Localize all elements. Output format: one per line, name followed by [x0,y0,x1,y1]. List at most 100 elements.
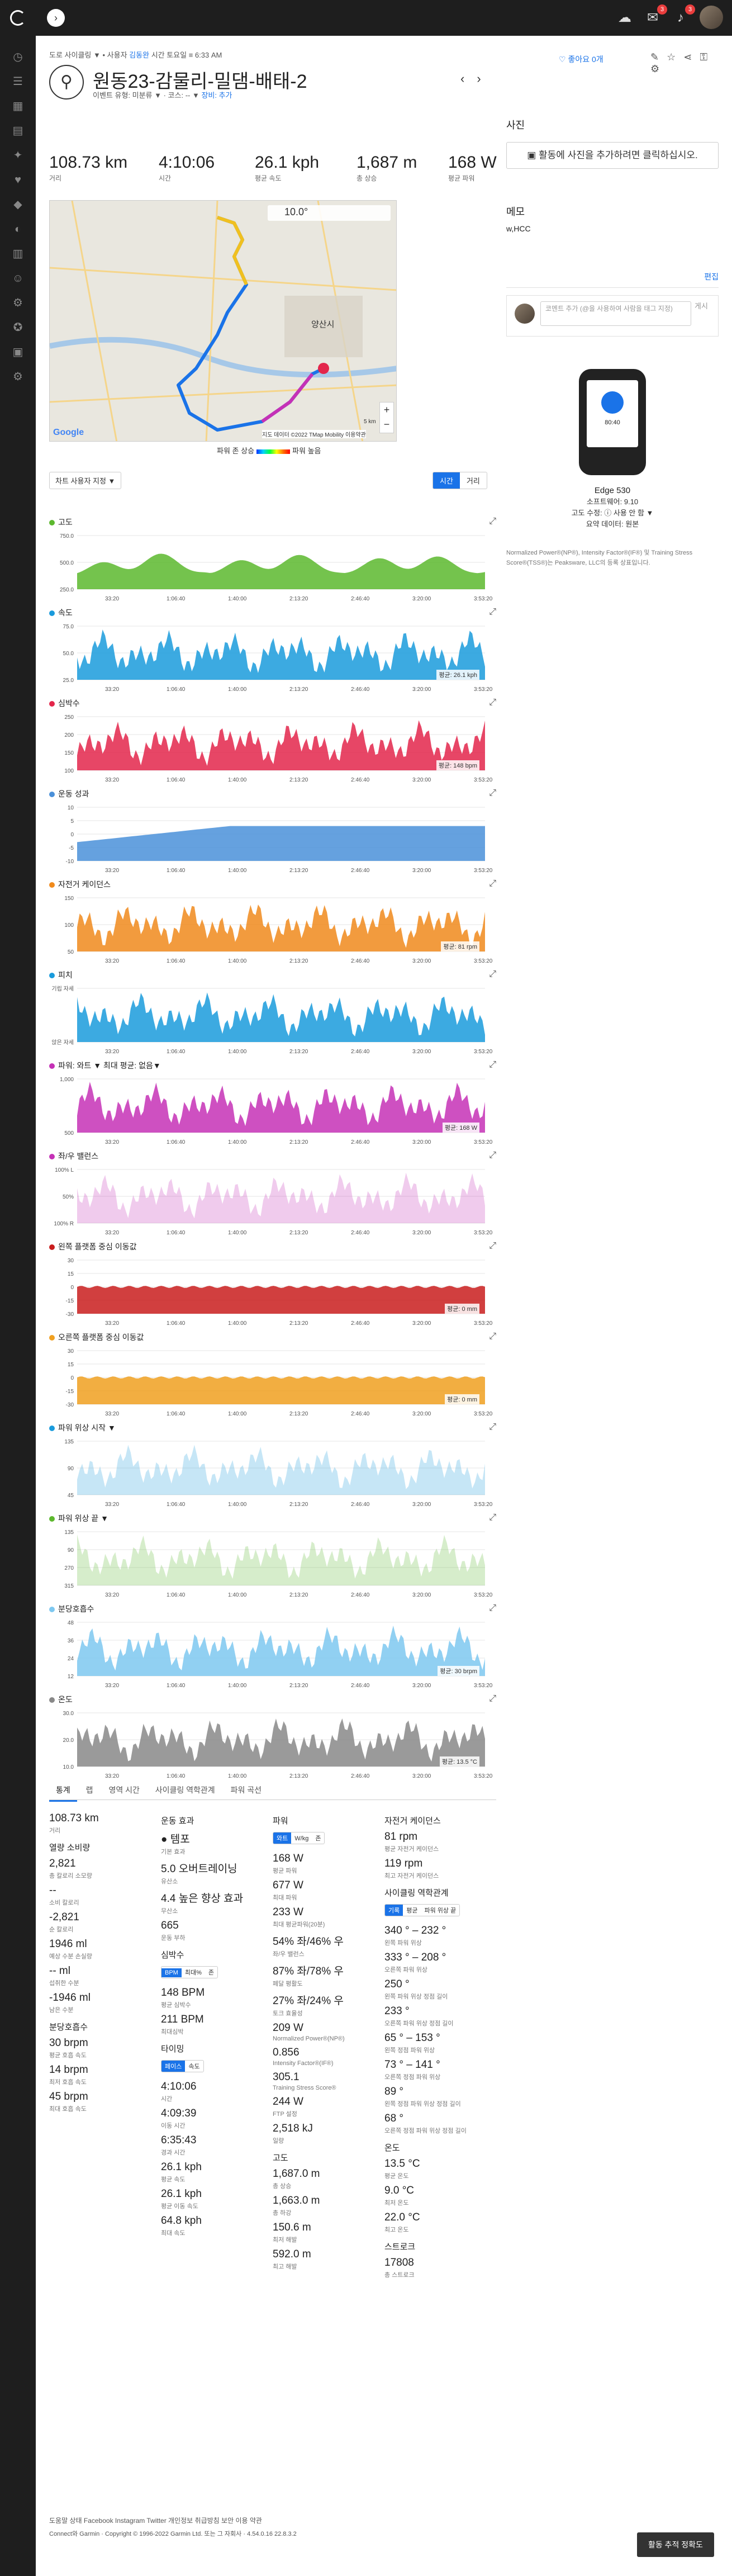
unit-toggle[interactable]: 페이스 속도 [161,2060,204,2072]
chart-5[interactable]: 피치 ⤢ 기립 자세 앉은 자세 33:20 1:06:40 1:40:00 2:13:20 2… [49,969,496,1059]
device-icon: 80:40 [579,369,646,475]
x-tick-label: 1:40:00 [228,1139,247,1145]
add-photo-button[interactable]: ▣ 활동에 사진을 추가하려면 클릭하십시오. [506,142,719,169]
power-trademark-note: Normalized Power®(NP®), Intensity Factor… [506,550,693,566]
zoom-control[interactable]: + − [379,402,394,433]
like-button[interactable]: ♡ 좋아요 0개 [559,54,603,65]
unit-toggle[interactable]: BPM 최대% 존 [161,1966,218,1978]
gear-icon[interactable]: ⚙ [650,63,667,74]
calendar-icon[interactable]: ▦ [8,96,28,116]
user-avatar[interactable] [700,6,723,29]
expand-chart-icon[interactable]: ⤢ [489,517,496,527]
chart-9[interactable]: 오른쪽 플랫폼 중심 이동값 ⤢ 30 15 0 -15 -30 33:20 1:06:40 1:… [49,1332,496,1421]
chart-4[interactable]: 자전거 케이던스 ⤢ 150 100 50 33:20 1:06:40 1:40:00 2:13… [49,879,496,968]
devices-icon[interactable]: ▣ [8,342,28,362]
elevation-correction[interactable]: 고도 수정: ⓘ 사용 안 함 ▼ [506,508,719,519]
chart-plot: 48 36 24 12 33:20 1:06:40 1:40:00 2:13:20 2:46:4… [68,1620,493,1689]
user-link[interactable]: 김동완 [129,51,149,59]
activity-type-label[interactable]: 도로 사이클링 [49,51,91,59]
chart-3[interactable]: 운동 성과 ⤢ 10 5 0 -5 -10 33:20 1:06:40 1:40:00 2:13:2… [49,788,496,878]
dashboard-icon[interactable]: ◷ [8,47,28,67]
expand-chart-icon[interactable]: ⤢ [489,1694,496,1704]
challenges-icon[interactable]: ✪ [8,318,28,338]
expand-chart-icon[interactable]: ⤢ [489,788,496,798]
expand-chart-icon[interactable]: ⤢ [489,1513,496,1523]
garmin-logo-icon[interactable] [10,10,26,26]
unit-toggle[interactable]: 와트 W/kg 존 [273,1832,325,1844]
series-area [77,1718,485,1767]
cloud-sync-icon[interactable]: ☁ [615,8,635,28]
settings-icon[interactable]: ⚙ [8,367,28,387]
toggle-distance[interactable]: 거리 [460,472,487,489]
expand-chart-icon[interactable]: ⤢ [489,1060,496,1070]
stat-value: 119 rpm [384,1858,423,1869]
chart-2[interactable]: 심박수 ⤢ 250 200 150 100 33:20 1:06:40 1:40:00 2:13:… [49,698,496,787]
expand-chart-icon[interactable]: ⤢ [489,607,496,617]
chart-8[interactable]: 왼쪽 플랫폼 중심 이동값 ⤢ 30 15 0 -15 -30 33:20 1:06:40 1:4… [49,1241,496,1330]
chart-13[interactable]: 온도 ⤢ 30.0 20.0 10.0 33:20 1:06:40 1:40:00 2:13:2… [49,1694,496,1783]
chart-10[interactable]: 파워 위상 시작 ▼ ⤢ 135 90 45 33:20 1:06:40 1:40:00 2:1… [49,1422,496,1512]
x-tick-label: 2:13:20 [289,958,308,964]
summary-stats: 108.73 km 거리 4:10:06 시간 26.1 kph 평균 속도 1,68… [49,153,502,187]
stat-label: 최대 평균파워(20분) [273,1921,325,1928]
expand-chart-icon[interactable]: ⤢ [489,1603,496,1613]
expand-chart-icon[interactable]: ⤢ [489,698,496,708]
lock-icon[interactable]: ⚿ [700,51,715,63]
footer-links[interactable]: 도움말 상태 Facebook Instagram Twitter 개인정보 취… [49,2516,262,2525]
health-icon[interactable]: ♥ [8,170,28,190]
edit-icon[interactable]: ✎ [650,51,667,63]
connections-icon[interactable]: ☺ [8,268,28,288]
comment-input[interactable]: 코멘트 추가 (@을 사용하여 사람을 태그 지정) [540,301,691,326]
tab-zones[interactable]: 영역 시간 [102,1780,146,1800]
expand-chart-icon[interactable]: ⤢ [489,969,496,979]
gear-link[interactable]: 장비: 추가 [201,91,232,100]
expand-chart-icon[interactable]: ⤢ [489,1422,496,1432]
toggle-time[interactable]: 시간 [433,472,460,489]
tab-power-curve[interactable]: 파워 곡선 [224,1780,268,1800]
tab-dynamics[interactable]: 사이클링 역학관계 [149,1780,222,1800]
chart-7[interactable]: 좌/우 밸런스 ⤢ 100% L 50% 100% R 33:20 1:06:40 1:40:… [49,1150,496,1240]
star-icon[interactable]: ☆ [667,51,683,63]
chart-1[interactable]: 속도 ⤢ 75.0 50.0 25.0 33:20 1:06:40 1:40:00 2:13:2… [49,607,496,697]
tab-stats[interactable]: 통계 [49,1780,77,1802]
stat-label: 섭취한 수분 [49,1980,79,1987]
expand-chart-icon[interactable]: ⤢ [489,1332,496,1342]
share-icon[interactable]: ⋖ [683,51,700,63]
chart-0[interactable]: 고도 ⤢ 750.0 500.0 250.0 33:20 1:06:40 1:40:00 2:1… [49,517,496,606]
expand-chart-icon[interactable]: ⤢ [489,879,496,889]
chart-12[interactable]: 분당호흡수 ⤢ 48 36 24 12 33:20 1:06:40 1:40:00 2:13:20… [49,1603,496,1693]
unit-toggle[interactable]: 기록 평균 파워 위상 끝 [384,1904,460,1916]
device-info: Edge 530 소프트웨어: 9.10 고도 수정: ⓘ 사용 안 함 ▼ 요… [506,485,719,530]
tab-laps[interactable]: 랩 [79,1780,100,1800]
expand-chart-icon[interactable]: ⤢ [489,1150,496,1161]
insights-icon[interactable]: ▥ [8,244,28,264]
chart-6[interactable]: 파워: 와트 ▼ 최대 평균: 없음▼ ⤢ 1,000 500 33:20 1:06:40… [49,1060,496,1149]
stat-label: 최저 온도 [384,2200,409,2206]
device-name[interactable]: Edge 530 [506,485,719,496]
x-axis-toggle[interactable]: 시간 거리 [432,472,487,489]
stat-label: 토크 효율성 [273,2010,303,2017]
running-icon[interactable]: ✦ [8,145,28,165]
route-map[interactable]: 10.0° 양산시 Google 지도 데이터 ©2022 TMap Mobil… [49,200,397,442]
prev-next-arrows[interactable]: ‹› [460,72,493,86]
reports-icon[interactable]: ▤ [8,121,28,141]
post-comment-button[interactable]: 게시 [695,301,708,311]
map-pin-icon[interactable] [318,363,329,374]
performance-icon[interactable]: ◐ [8,219,28,239]
y-tick-label: 315 [64,1583,74,1589]
groups-icon[interactable]: ⚙ [8,293,28,313]
chevron-down-icon[interactable]: ▼ [93,51,101,59]
customize-charts-select[interactable]: 차트 사용자 지정 ▼ [49,472,122,489]
stat-value: 64.8 kph [161,2215,202,2227]
edit-note-link[interactable]: 편집 [704,271,719,282]
training-icon[interactable]: ◆ [8,195,28,215]
x-tick-label: 33:20 [105,1592,119,1598]
feedback-button[interactable]: 활동 추적 정확도 [637,2532,714,2557]
activities-icon[interactable]: ☰ [8,72,28,92]
event-type-label[interactable]: 이벤트 유형: 미분류 ▼ · 코스: -- ▼ [93,91,199,100]
x-tick-label: 1:06:40 [167,1683,186,1689]
expand-sidebar-button[interactable]: › [47,9,65,27]
y-tick-label: 135 [64,1530,74,1536]
chart-11[interactable]: 파워 위상 끝 ▼ ⤢ 135 90 270 315 33:20 1:06:40 1:40:00… [49,1513,496,1602]
expand-chart-icon[interactable]: ⤢ [489,1241,496,1251]
